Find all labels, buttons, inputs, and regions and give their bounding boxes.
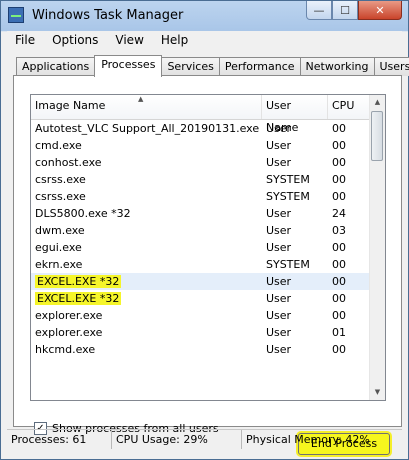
table-row[interactable]: cmd.exe User 00: [31, 137, 371, 154]
process-name: EXCEL.EXE *32: [35, 275, 122, 288]
table-row[interactable]: hkcmd.exe User 00: [31, 341, 371, 358]
process-name: dwm.exe: [35, 224, 85, 237]
column-user-name[interactable]: User Name: [262, 95, 328, 134]
process-user: SYSTEM: [266, 258, 310, 271]
menu-file[interactable]: File: [7, 31, 44, 51]
table-row[interactable]: Autotest_VLC Support_All_20190131.exe *3…: [31, 120, 371, 137]
status-bar: Processes: 61 CPU Usage: 29% Physical Me…: [7, 429, 402, 452]
scroll-down-icon[interactable]: ▼: [370, 385, 385, 400]
process-name: csrss.exe: [35, 173, 86, 186]
task-manager-icon: [8, 7, 24, 23]
process-user: User: [266, 309, 292, 322]
process-name: egui.exe: [35, 241, 82, 254]
process-name: ekrn.exe: [35, 258, 83, 271]
table-row[interactable]: EXCEL.EXE *32 User 00: [31, 273, 371, 290]
process-user: User: [266, 241, 292, 254]
process-cpu: 00: [332, 241, 346, 254]
tab-strip: Applications Processes Services Performa…: [16, 55, 409, 77]
table-row[interactable]: csrss.exe SYSTEM 00: [31, 188, 371, 205]
process-cpu: 00: [332, 156, 346, 169]
status-cpu-usage: CPU Usage: 29%: [112, 430, 242, 449]
table-row[interactable]: DLS5800.exe *32 User 24: [31, 205, 371, 222]
process-name: EXCEL.EXE *32: [35, 292, 122, 305]
process-user: User: [266, 156, 292, 169]
tab-performance[interactable]: Performance: [218, 57, 301, 76]
process-user: SYSTEM: [266, 190, 310, 203]
process-name: csrss.exe: [35, 190, 86, 203]
process-name: explorer.exe: [35, 309, 103, 322]
menu-bar: File Options View Help: [7, 31, 402, 51]
status-physical-memory: Physical Memory: 42%: [246, 433, 370, 446]
column-header: ▲ Image Name User Name CPU: [31, 95, 371, 134]
window-title: Windows Task Manager: [32, 8, 184, 23]
process-cpu: 00: [332, 258, 346, 271]
process-name: Autotest_VLC Support_All_20190131.exe *3…: [35, 122, 262, 135]
process-cpu: 00: [332, 309, 346, 322]
column-cpu[interactable]: CPU: [328, 95, 371, 119]
process-user: User: [266, 326, 292, 339]
minimize-button[interactable]: —: [306, 1, 332, 20]
maximize-button[interactable]: ☐: [332, 1, 358, 20]
process-cpu: 03: [332, 224, 346, 237]
process-name: cmd.exe: [35, 139, 82, 152]
process-cpu: 24: [332, 207, 346, 220]
scroll-up-icon[interactable]: ▲: [370, 95, 385, 110]
table-row[interactable]: ekrn.exe SYSTEM 00: [31, 256, 371, 273]
process-user: User: [266, 122, 292, 135]
menu-options[interactable]: Options: [44, 31, 107, 51]
process-cpu: 00: [332, 292, 346, 305]
process-name: hkcmd.exe: [35, 343, 96, 356]
process-cpu: 00: [332, 275, 346, 288]
process-user: User: [266, 292, 292, 305]
table-row[interactable]: egui.exe User 00: [31, 239, 371, 256]
process-user: SYSTEM: [266, 173, 310, 186]
tab-applications[interactable]: Applications: [16, 57, 96, 76]
scroll-thumb[interactable]: [371, 111, 383, 161]
table-row[interactable]: explorer.exe User 01: [31, 324, 371, 341]
table-row[interactable]: conhost.exe User 00: [31, 154, 371, 171]
process-user: User: [266, 207, 292, 220]
table-row[interactable]: explorer.exe User 00: [31, 307, 371, 324]
title-bar[interactable]: Windows Task Manager — ☐ ✕: [1, 1, 408, 31]
process-name: conhost.exe: [35, 156, 102, 169]
process-cpu: 00: [332, 343, 346, 356]
process-user: User: [266, 275, 292, 288]
process-cpu: 00: [332, 190, 346, 203]
process-cpu: 00: [332, 122, 346, 135]
process-user: User: [266, 224, 292, 237]
task-manager-window: Windows Task Manager — ☐ ✕ File Options …: [0, 0, 409, 460]
tab-services[interactable]: Services: [161, 57, 220, 76]
process-user: User: [266, 139, 292, 152]
process-list[interactable]: ▲ Image Name User Name CPU Autotest_VLC …: [30, 94, 386, 401]
caption-buttons: — ☐ ✕: [306, 1, 402, 21]
vertical-scrollbar[interactable]: ▲ ▼: [369, 95, 385, 400]
tab-networking[interactable]: Networking: [299, 57, 375, 76]
close-button[interactable]: ✕: [358, 1, 402, 20]
menu-view[interactable]: View: [107, 31, 152, 51]
client-area: File Options View Help Applications Proc…: [7, 31, 409, 455]
process-user: User: [266, 343, 292, 356]
process-cpu: 01: [332, 326, 346, 339]
process-name: DLS5800.exe *32: [35, 207, 131, 220]
processes-panel: ▲ Image Name User Name CPU Autotest_VLC …: [13, 75, 402, 455]
status-processes: Processes: 61: [7, 430, 112, 449]
process-rows: Autotest_VLC Support_All_20190131.exe *3…: [31, 120, 371, 358]
table-row[interactable]: csrss.exe SYSTEM 00: [31, 171, 371, 188]
process-cpu: 00: [332, 173, 346, 186]
tab-processes[interactable]: Processes: [94, 55, 163, 77]
table-row[interactable]: EXCEL.EXE *32 User 00: [31, 290, 371, 307]
sort-up-icon: ▲: [138, 95, 144, 103]
process-name: explorer.exe: [35, 326, 103, 339]
tab-users[interactable]: Users: [373, 57, 409, 76]
menu-help[interactable]: Help: [153, 31, 197, 51]
process-cpu: 00: [332, 139, 346, 152]
column-image-name[interactable]: ▲ Image Name: [31, 95, 262, 119]
table-row[interactable]: dwm.exe User 03: [31, 222, 371, 239]
